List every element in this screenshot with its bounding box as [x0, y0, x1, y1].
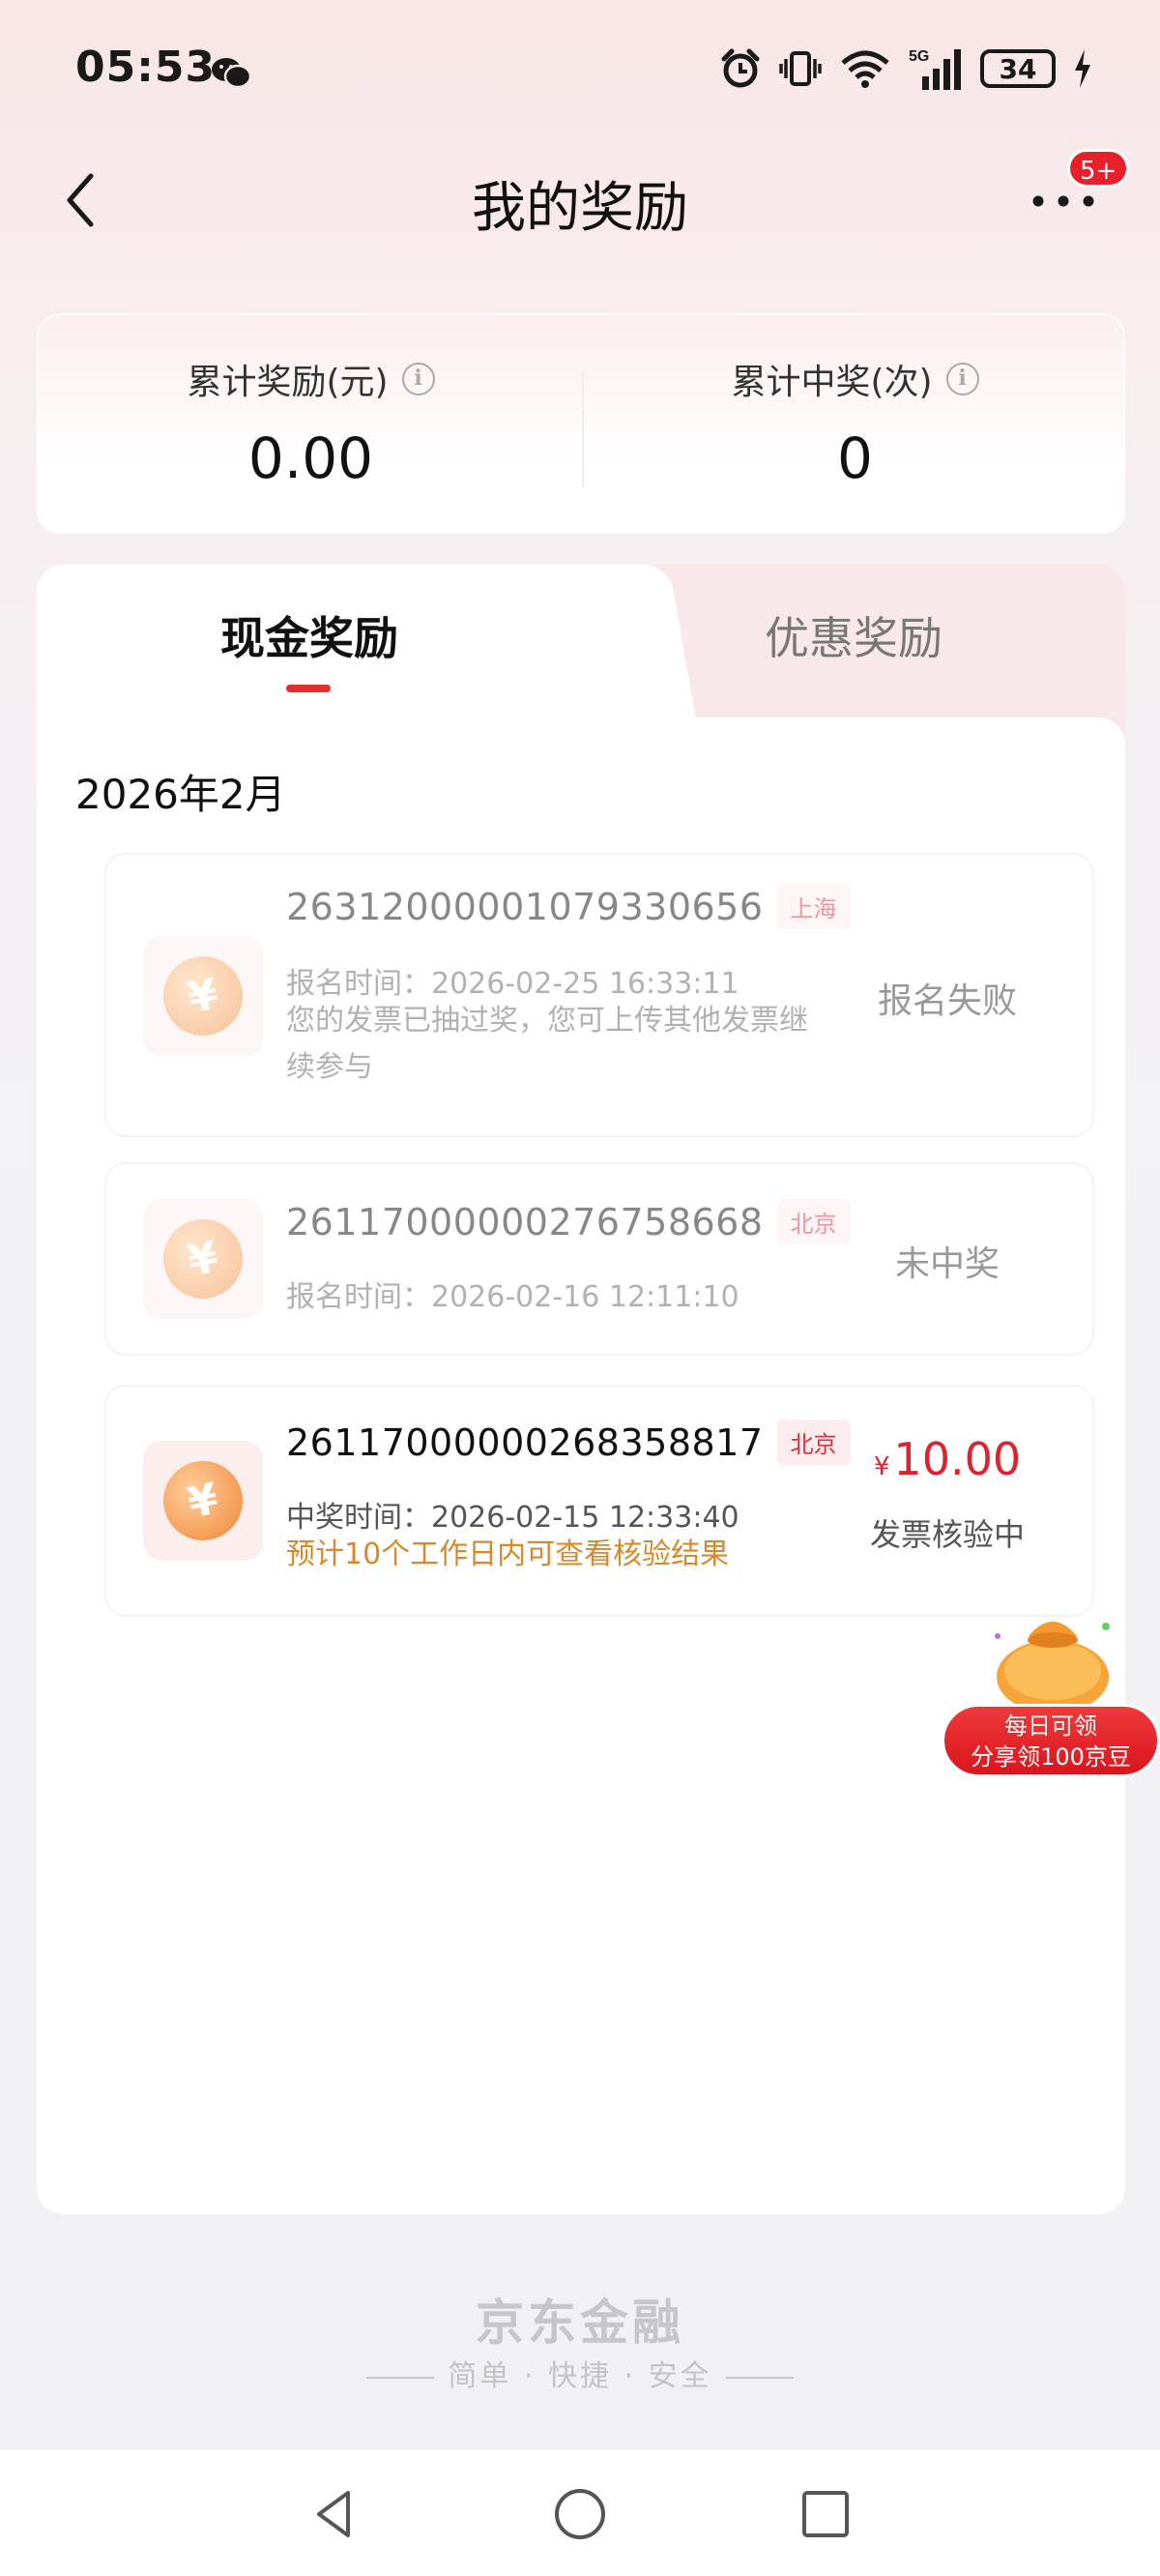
status-time: 05:53	[75, 43, 217, 92]
month-heading: 2026年2月	[75, 771, 286, 818]
record-time: 报名时间：2026-02-25 16:33:11	[286, 967, 740, 1001]
promo-line1: 每日可领	[1004, 1712, 1097, 1740]
reward-record[interactable]: ¥ 26117000000268358817 北京 中奖时间：2026-02-1…	[106, 1387, 1092, 1615]
home-circle-icon[interactable]	[551, 2485, 609, 2543]
svg-text:5G: 5G	[909, 48, 929, 65]
city-tag: 北京	[776, 1199, 851, 1244]
tab-cash-rewards[interactable]: 现金奖励	[37, 603, 582, 667]
wifi-icon	[841, 50, 889, 88]
notification-badge: 5+	[1067, 149, 1130, 188]
total-reward-stat: 累计奖励(元) i 0.00	[39, 354, 583, 491]
record-time: 报名时间：2026-02-16 12:11:10	[286, 1280, 740, 1314]
total-wins-label: 累计中奖(次)	[731, 363, 933, 402]
record-status: 发票核验中	[869, 1516, 1025, 1553]
back-triangle-icon[interactable]	[305, 2485, 363, 2543]
promo-line2: 分享领100京豆	[971, 1743, 1131, 1771]
status-bar: 05:53 5G 34	[0, 0, 1160, 145]
info-icon[interactable]: i	[945, 363, 979, 395]
coin-icon: ¥	[143, 1199, 263, 1319]
reward-record[interactable]: ¥ 26312000001079330656 上海 报名时间：2026-02-2…	[106, 855, 1092, 1135]
total-reward-label: 累计奖励(元)	[187, 363, 389, 402]
coin-icon: ¥	[143, 1441, 263, 1561]
currency-symbol: ¥	[873, 1452, 890, 1481]
summary-card: 累计奖励(元) i 0.00 累计中奖(次) i 0	[37, 313, 1125, 534]
status-icons: 5G 34	[719, 44, 1092, 93]
money-bag-icon	[995, 1622, 1110, 1713]
city-tag: 上海	[776, 884, 851, 929]
reward-record[interactable]: ¥ 26117000000276758668 北京 报名时间：2026-02-1…	[106, 1164, 1092, 1354]
total-wins-stat: 累计中奖(次) i 0	[583, 354, 1127, 491]
invoice-number: 26117000000276758668	[286, 1200, 764, 1244]
city-tag: 北京	[776, 1420, 851, 1465]
vibrate-icon	[779, 51, 822, 86]
record-note: 您的发票已抽过奖，您可上传其他发票继续参与	[286, 1004, 808, 1084]
promo-float-button[interactable]: 每日可领 分享领100京豆	[942, 1597, 1160, 1783]
amount-value: 10.00	[893, 1433, 1022, 1485]
total-reward-value: 0.00	[247, 425, 374, 491]
record-status: 报名失败	[877, 981, 1017, 1021]
coin-icon: ¥	[143, 936, 263, 1056]
reward-amount: ¥10.00	[841, 1433, 1054, 1485]
alarm-icon	[721, 48, 760, 88]
footer-brand: 京东金融	[476, 2295, 684, 2351]
invoice-number: 26312000001079330656	[286, 885, 764, 928]
invoice-number: 26117000000268358817	[286, 1420, 764, 1464]
system-nav-bar	[0, 2450, 1160, 2576]
wechat-icon	[212, 58, 251, 89]
tab-coupon-rewards[interactable]: 优惠奖励	[582, 603, 1125, 667]
rewards-panel: 现金奖励 优惠奖励 2026年2月 ¥ 26312000001079330656…	[37, 565, 1125, 2214]
record-note: 预计10个工作日内可查看核验结果	[286, 1537, 730, 1571]
signal-icon: 5G	[909, 48, 961, 90]
charging-icon	[1075, 49, 1090, 88]
record-status: 未中奖	[894, 1244, 1000, 1284]
total-wins-value: 0	[837, 425, 873, 491]
footer-slogan: 简单 · 快捷 · 安全	[0, 2352, 1160, 2394]
active-tab-indicator	[286, 685, 331, 692]
recents-square-icon[interactable]	[797, 2485, 855, 2543]
battery-icon: 34	[980, 49, 1056, 88]
info-icon[interactable]: i	[401, 363, 435, 395]
record-time: 中奖时间：2026-02-15 12:33:40	[286, 1501, 740, 1535]
page-title: 我的奖励	[472, 177, 688, 240]
